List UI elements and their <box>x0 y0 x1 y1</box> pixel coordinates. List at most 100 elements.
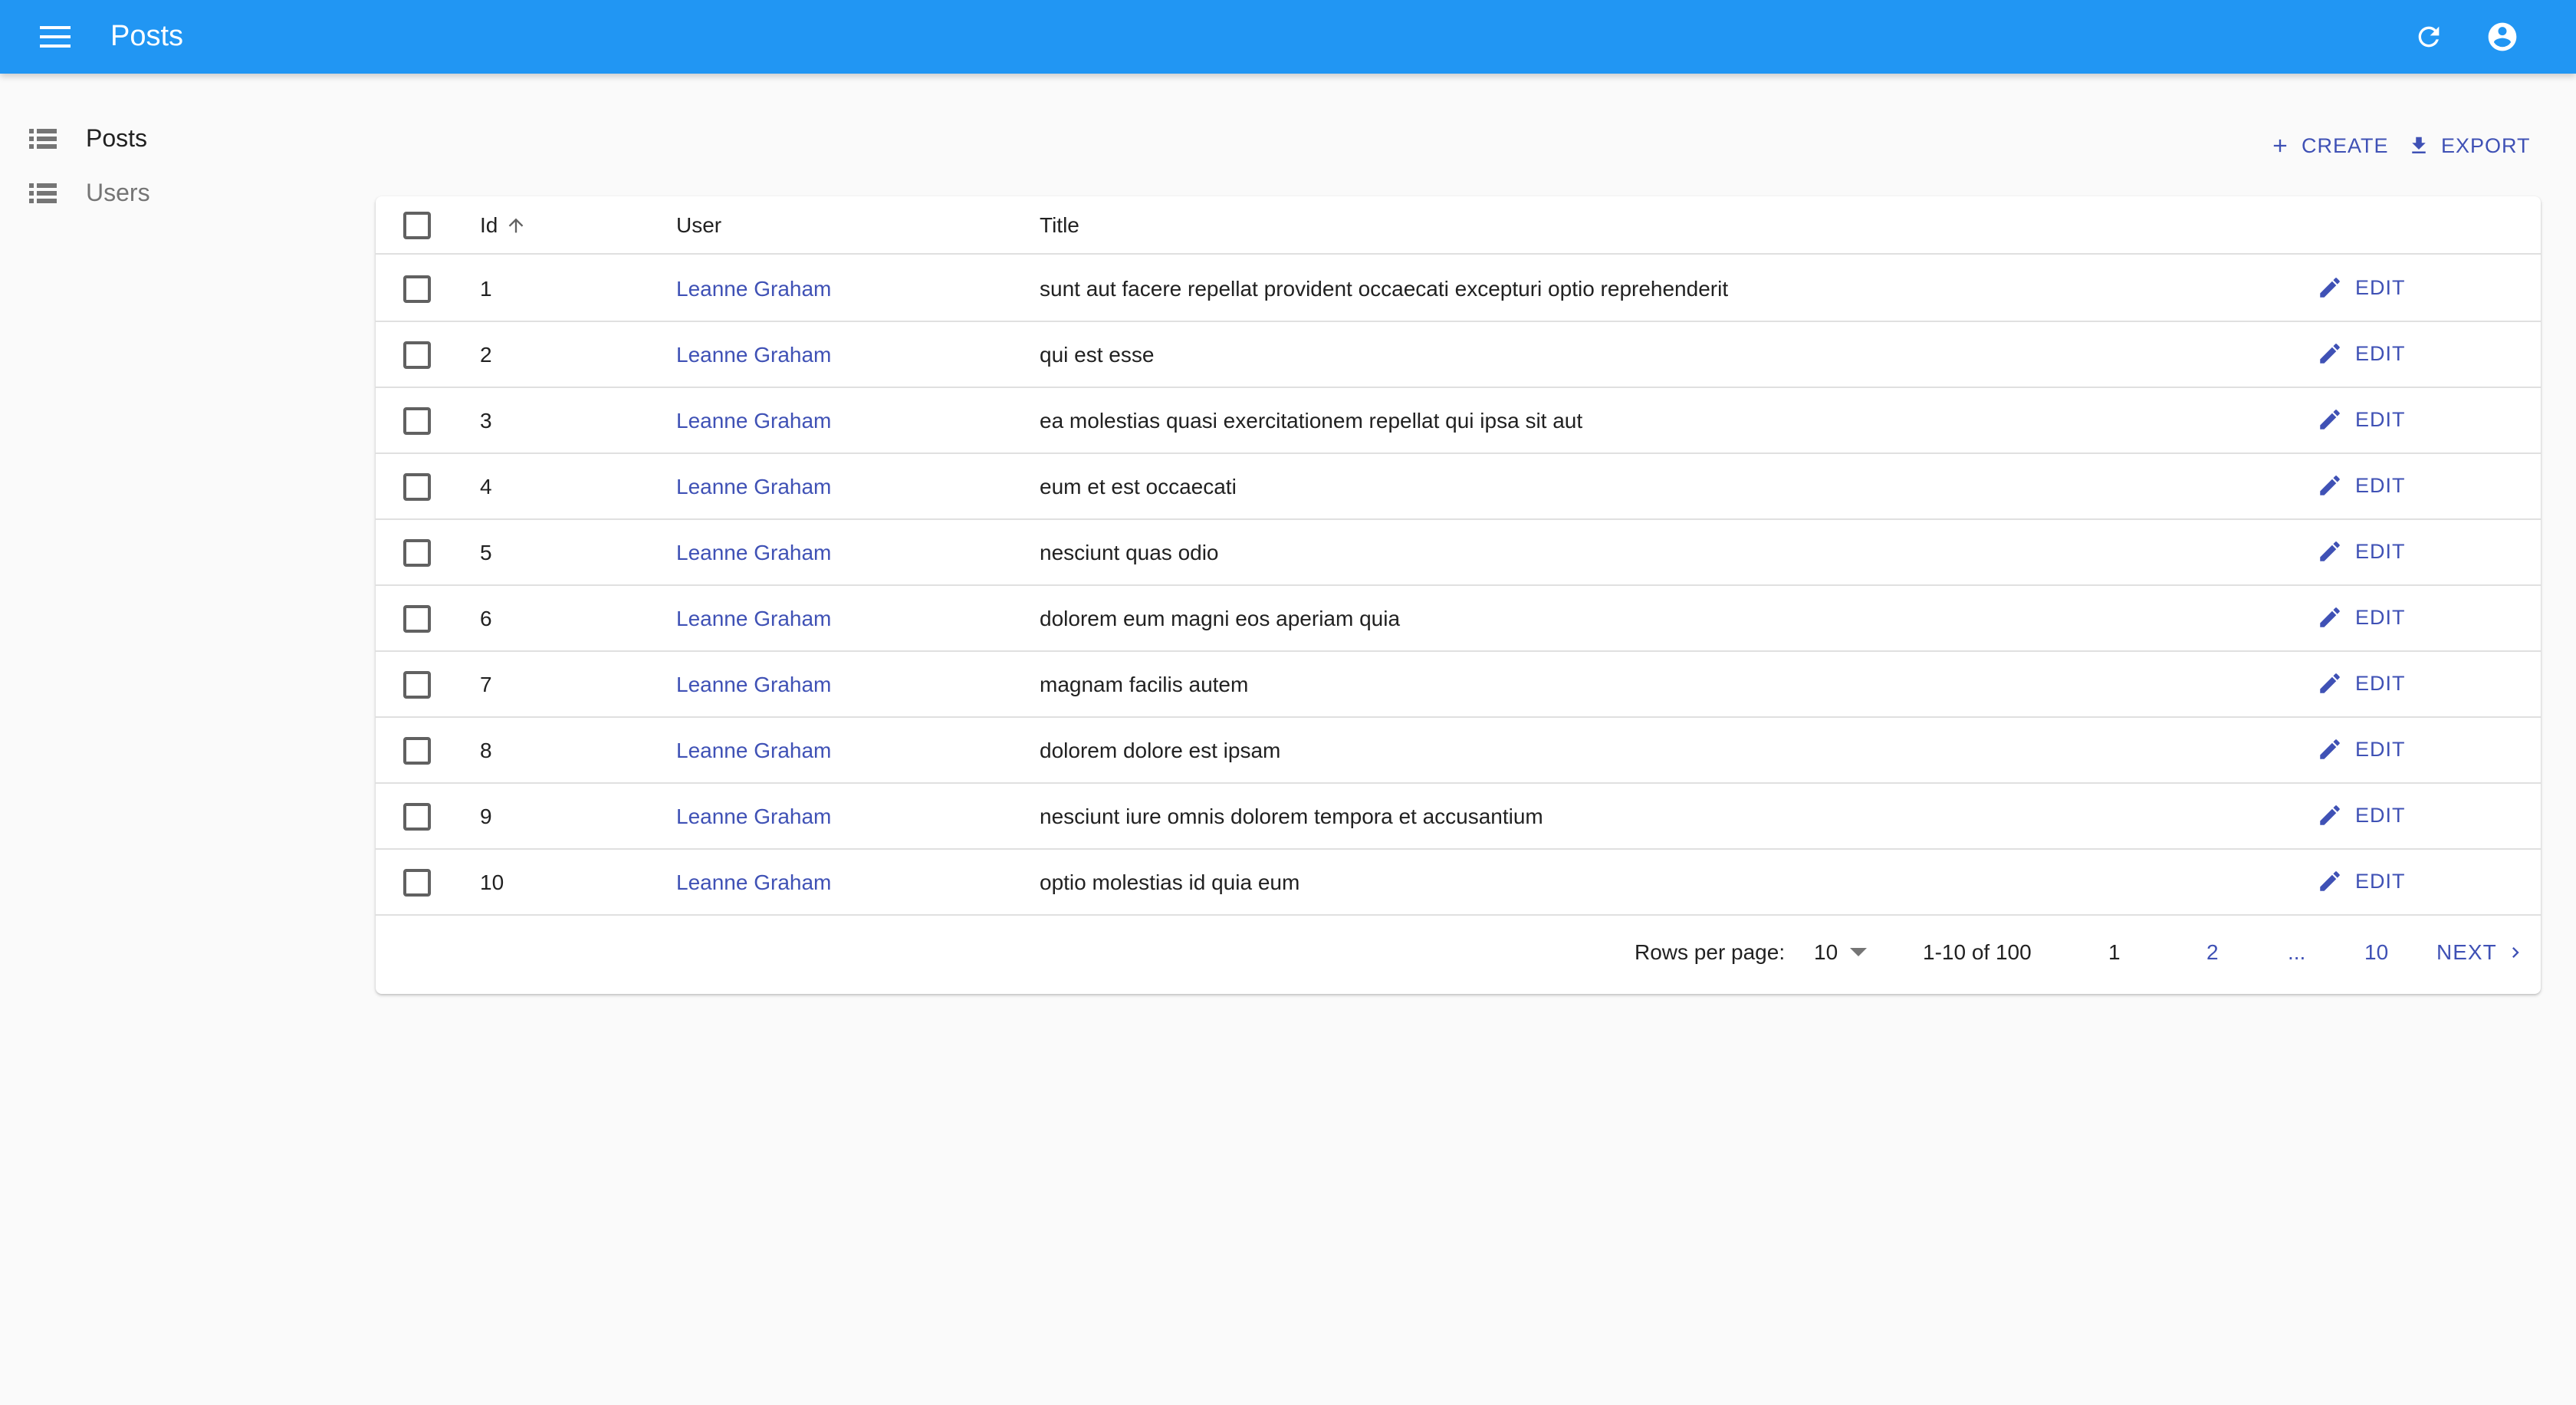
row-id: 5 <box>480 541 492 564</box>
create-button[interactable]: CREATE <box>2269 129 2389 163</box>
row-id: 1 <box>480 277 492 301</box>
refresh-button[interactable] <box>2404 12 2453 61</box>
row-user-link[interactable]: Leanne Graham <box>676 803 831 831</box>
chevron-right-icon <box>2512 947 2519 958</box>
menu-icon <box>40 26 71 48</box>
edit-button[interactable]: EDIT <box>2317 670 2406 696</box>
sidebar-item-users[interactable]: Users <box>0 166 337 219</box>
edit-label: EDIT <box>2355 671 2406 695</box>
row-title: ea molestias quasi exercitationem repell… <box>1040 409 1583 433</box>
edit-label: EDIT <box>2355 605 2406 629</box>
edit-label: EDIT <box>2355 737 2406 761</box>
row-checkbox[interactable] <box>403 407 431 435</box>
row-id: 4 <box>480 475 492 498</box>
pencil-icon <box>2320 871 2340 891</box>
pencil-icon <box>2320 475 2340 495</box>
edit-button[interactable]: EDIT <box>2317 341 2406 367</box>
edit-button[interactable]: EDIT <box>2317 868 2406 894</box>
row-user-link[interactable]: Leanne Graham <box>676 671 831 699</box>
row-title: dolorem dolore est ipsam <box>1040 739 1281 762</box>
page-ellipsis: ... <box>2288 940 2306 964</box>
row-user-link[interactable]: Leanne Graham <box>676 737 831 765</box>
rows-per-page-label: Rows per page: <box>1635 940 1786 964</box>
row-id: 2 <box>480 343 492 367</box>
row-user-link[interactable]: Leanne Graham <box>676 869 831 897</box>
row-title: nesciunt quas odio <box>1040 541 1219 564</box>
edit-button[interactable]: EDIT <box>2317 538 2406 564</box>
export-button[interactable]: EXPORT <box>2407 129 2531 163</box>
row-title: magnam facilis autem <box>1040 673 1249 696</box>
row-title: dolorem eum magni eos aperiam quia <box>1040 607 1401 630</box>
row-user-link[interactable]: Leanne Graham <box>676 275 831 303</box>
table-row[interactable]: 8 Leanne Graham dolorem dolore est ipsam ED… <box>376 718 2541 784</box>
row-checkbox[interactable] <box>403 803 431 831</box>
row-checkbox[interactable] <box>403 275 431 303</box>
row-title: nesciunt iure omnis dolorem tempora et a… <box>1040 805 1543 828</box>
edit-button[interactable]: EDIT <box>2317 802 2406 828</box>
row-id: 8 <box>480 739 492 762</box>
id-column-header[interactable]: Id <box>480 212 527 239</box>
table-row[interactable]: 2 Leanne Graham qui est esse EDIT <box>376 322 2541 388</box>
row-user-link[interactable]: Leanne Graham <box>676 473 831 501</box>
edit-label: EDIT <box>2355 803 2406 827</box>
pagination-range: 1-10 of 100 <box>1923 940 2032 964</box>
row-id: 9 <box>480 805 492 828</box>
row-user-link[interactable]: Leanne Graham <box>676 341 831 369</box>
row-user-link[interactable]: Leanne Graham <box>676 407 831 435</box>
title-column-header[interactable]: Title <box>1040 212 1079 239</box>
plus-icon <box>2273 139 2287 153</box>
row-id: 3 <box>480 409 492 433</box>
rows-per-page-select[interactable]: 10 <box>1814 937 1868 968</box>
table-row[interactable]: 10 Leanne Graham optio molestias id quia e… <box>376 850 2541 916</box>
table-row[interactable]: 5 Leanne Graham nesciunt quas odio EDIT <box>376 520 2541 586</box>
sidebar-item-posts[interactable]: Posts <box>0 112 337 164</box>
edit-button[interactable]: EDIT <box>2317 736 2406 762</box>
row-checkbox[interactable] <box>403 605 431 633</box>
pagination: Rows per page: 10 1-10 of 100 1 2 ... 10… <box>376 913 2541 992</box>
row-title: optio molestias id quia eum <box>1040 870 1300 894</box>
user-column-header[interactable]: User <box>676 212 721 239</box>
page-button-10[interactable]: 10 <box>2364 937 2388 968</box>
row-user-link[interactable]: Leanne Graham <box>676 539 831 567</box>
page-title: Posts <box>110 20 184 52</box>
table-row[interactable]: 6 Leanne Graham dolorem eum magni eos aper… <box>376 586 2541 652</box>
row-id: 10 <box>480 870 504 894</box>
row-checkbox[interactable] <box>403 341 431 369</box>
row-title: sunt aut facere repellat provident occae… <box>1040 277 1729 301</box>
arrow-up-icon <box>509 218 524 233</box>
table-row[interactable]: 1 Leanne Graham sunt aut facere repellat p… <box>376 256 2541 322</box>
edit-button[interactable]: EDIT <box>2317 604 2406 630</box>
row-user-link[interactable]: Leanne Graham <box>676 605 831 633</box>
row-checkbox[interactable] <box>403 539 431 567</box>
id-header-label: Id <box>480 213 498 237</box>
row-checkbox[interactable] <box>403 869 431 897</box>
row-checkbox[interactable] <box>403 473 431 501</box>
row-checkbox[interactable] <box>403 671 431 699</box>
sidebar-item-label: Users <box>86 178 150 206</box>
select-all-checkbox[interactable] <box>403 212 431 239</box>
create-label: CREATE <box>2302 133 2389 157</box>
dropdown-arrow-icon <box>1850 948 1868 956</box>
next-page-button[interactable]: NEXT <box>2436 937 2526 968</box>
menu-button[interactable] <box>31 12 80 61</box>
row-checkbox[interactable] <box>403 737 431 765</box>
table-row[interactable]: 9 Leanne Graham nesciunt iure omnis dolore… <box>376 784 2541 850</box>
table-row[interactable]: 7 Leanne Graham magnam facilis autem EDIT <box>376 652 2541 718</box>
posts-table-card: Id User Title 1 Leanne Graham sunt aut fac… <box>376 196 2541 994</box>
download-icon <box>2412 137 2426 153</box>
account-button[interactable] <box>2478 12 2527 61</box>
page-button-1[interactable]: 1 <box>2108 937 2121 968</box>
edit-label: EDIT <box>2355 539 2406 563</box>
table-row[interactable]: 4 Leanne Graham eum et est occaecati EDIT <box>376 454 2541 520</box>
edit-button[interactable]: EDIT <box>2317 275 2406 301</box>
edit-button[interactable]: EDIT <box>2317 406 2406 433</box>
page-button-2[interactable]: 2 <box>2206 937 2219 968</box>
table-row[interactable]: 3 Leanne Graham ea molestias quasi exercit… <box>376 388 2541 454</box>
pencil-icon <box>2320 344 2340 364</box>
row-title: eum et est occaecati <box>1040 475 1237 498</box>
row-title: qui est esse <box>1040 343 1155 367</box>
app-bar: Posts <box>0 0 2576 74</box>
pencil-icon <box>2320 541 2340 561</box>
edit-button[interactable]: EDIT <box>2317 472 2406 498</box>
row-id: 6 <box>480 607 492 630</box>
